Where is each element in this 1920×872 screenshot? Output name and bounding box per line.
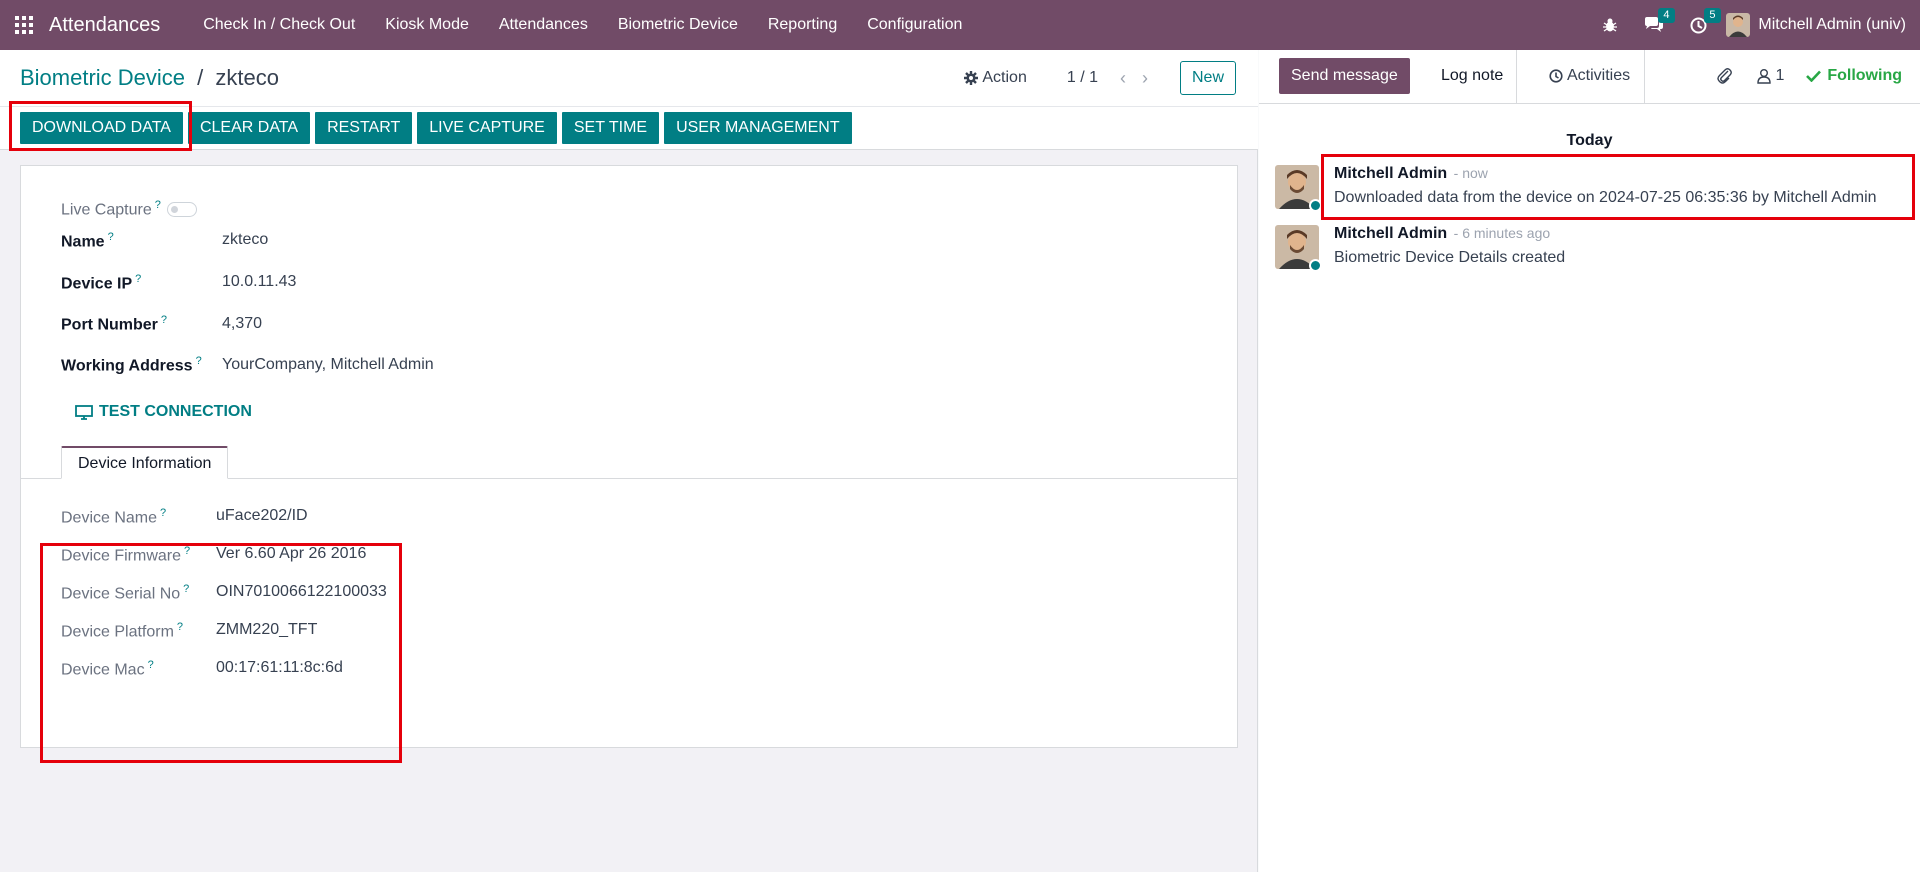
chatter-panel: Send message Log note Activities 1 Follo… [1259, 50, 1920, 872]
message-time: - 6 minutes ago [1453, 225, 1551, 241]
form-sheet: Live Capture? Name? zkteco Device IP? 10… [20, 165, 1238, 763]
chat-icon[interactable]: 4 [1644, 8, 1675, 33]
user-avatar[interactable] [1726, 13, 1751, 37]
gear-icon [964, 71, 979, 85]
following-label: Following [1827, 67, 1902, 84]
chatter-topbar: Send message Log note Activities 1 Follo… [1259, 50, 1920, 104]
breadcrumb-separator: / [197, 65, 204, 90]
menu-configuration[interactable]: Configuration [852, 0, 977, 50]
pager-value[interactable]: 1 / 1 [1067, 69, 1098, 87]
following-button[interactable]: Following [1806, 67, 1902, 85]
date-separator: Today [1566, 132, 1613, 149]
action-label: Action [982, 69, 1027, 86]
device-info-highlight [40, 543, 402, 763]
breadcrumb-parent[interactable]: Biometric Device [20, 65, 185, 90]
device-ip-field[interactable]: 10.0.11.43 [222, 273, 296, 291]
message-highlight [1321, 154, 1915, 220]
clear-data-button[interactable]: CLEAR DATA [187, 112, 311, 144]
port-number-label: Port Number? [61, 314, 168, 334]
working-address-field[interactable]: YourCompany, Mitchell Admin [222, 356, 434, 374]
main-menu: Check In / Check Out Kiosk Mode Attendan… [188, 0, 977, 50]
live-capture-toggle[interactable] [167, 202, 197, 217]
check-icon [1806, 70, 1822, 82]
apps-grid-icon[interactable] [15, 16, 33, 34]
user-icon [1757, 69, 1772, 84]
live-capture-button[interactable]: LIVE CAPTURE [417, 112, 557, 144]
activities-count-badge: 5 [1704, 7, 1721, 23]
activities-label: Activities [1567, 67, 1631, 84]
control-panel: Biometric Device / zkteco Action 1 / 1 ‹… [0, 50, 1258, 151]
top-navbar: Attendances Check In / Check Out Kiosk M… [0, 0, 1920, 50]
breadcrumb: Biometric Device / zkteco [20, 64, 279, 92]
help-icon[interactable]: ? [108, 231, 114, 243]
tab-device-information[interactable]: Device Information [61, 446, 229, 479]
message-body: Biometric Device Details created [1334, 249, 1566, 266]
test-connection-label: TEST CONNECTION [99, 403, 252, 420]
device-ip-label: Device IP? [61, 273, 142, 293]
user-management-button[interactable]: USER MANAGEMENT [664, 112, 852, 144]
action-menu-button[interactable]: Action [964, 69, 1027, 87]
pager-previous-icon[interactable]: ‹ [1120, 68, 1126, 89]
live-capture-label: Live Capture? [61, 199, 161, 219]
bug-icon[interactable] [1602, 17, 1618, 33]
chatter-tab-separator [1516, 50, 1517, 104]
messages-count-badge: 4 [1658, 8, 1675, 23]
test-connection-button[interactable]: TEST CONNECTION [75, 403, 252, 421]
menu-biometric-device[interactable]: Biometric Device [603, 0, 753, 50]
monitor-icon [75, 404, 93, 420]
online-status-icon [1309, 259, 1322, 272]
clock-icon[interactable]: 5 [1690, 7, 1721, 34]
port-number-field[interactable]: 4,370 [222, 315, 262, 333]
activities-button[interactable]: Activities [1537, 58, 1642, 94]
navbar-systray: 4 5 Mitchell Admin (univ) [1589, 0, 1906, 50]
pager-next-icon[interactable]: › [1142, 68, 1148, 89]
chatter-tab-separator [1644, 50, 1645, 104]
help-icon[interactable]: ? [135, 273, 141, 285]
menu-kiosk-mode[interactable]: Kiosk Mode [370, 0, 484, 50]
restart-button[interactable]: RESTART [315, 112, 413, 144]
name-label: Name? [61, 231, 114, 251]
chatter-right-tools: 1 Following [1717, 58, 1902, 94]
help-icon[interactable]: ? [161, 314, 167, 326]
set-time-button[interactable]: SET TIME [561, 112, 660, 144]
name-field[interactable]: zkteco [222, 231, 268, 249]
send-message-button[interactable]: Send message [1279, 58, 1410, 94]
menu-check-in-out[interactable]: Check In / Check Out [188, 0, 370, 50]
new-button[interactable]: New [1179, 61, 1236, 95]
menu-reporting[interactable]: Reporting [753, 0, 852, 50]
download-button-highlight [9, 101, 192, 151]
control-panel-actions: Action 1 / 1 ‹ › New [964, 60, 1236, 96]
device-name-value: uFace202/ID [216, 507, 308, 524]
log-note-button[interactable]: Log note [1429, 58, 1515, 94]
clock-icon [1549, 69, 1563, 83]
followers-count: 1 [1775, 67, 1785, 84]
help-icon[interactable]: ? [196, 355, 202, 367]
paperclip-icon[interactable] [1717, 67, 1733, 85]
app-title[interactable]: Attendances [49, 14, 160, 37]
message-author[interactable]: Mitchell Admin - 6 minutes ago [1334, 225, 1550, 243]
menu-attendances[interactable]: Attendances [484, 0, 603, 50]
form-view: Biometric Device / zkteco Action 1 / 1 ‹… [0, 50, 1258, 872]
help-icon[interactable]: ? [155, 199, 161, 211]
followers-button[interactable]: 1 [1757, 67, 1784, 85]
user-menu[interactable]: Mitchell Admin (univ) [1758, 16, 1906, 34]
breadcrumb-current: zkteco [215, 65, 280, 90]
help-icon[interactable]: ? [160, 507, 166, 519]
working-address-label: Working Address? [61, 355, 202, 375]
device-name-label: Device Name? [61, 507, 167, 527]
